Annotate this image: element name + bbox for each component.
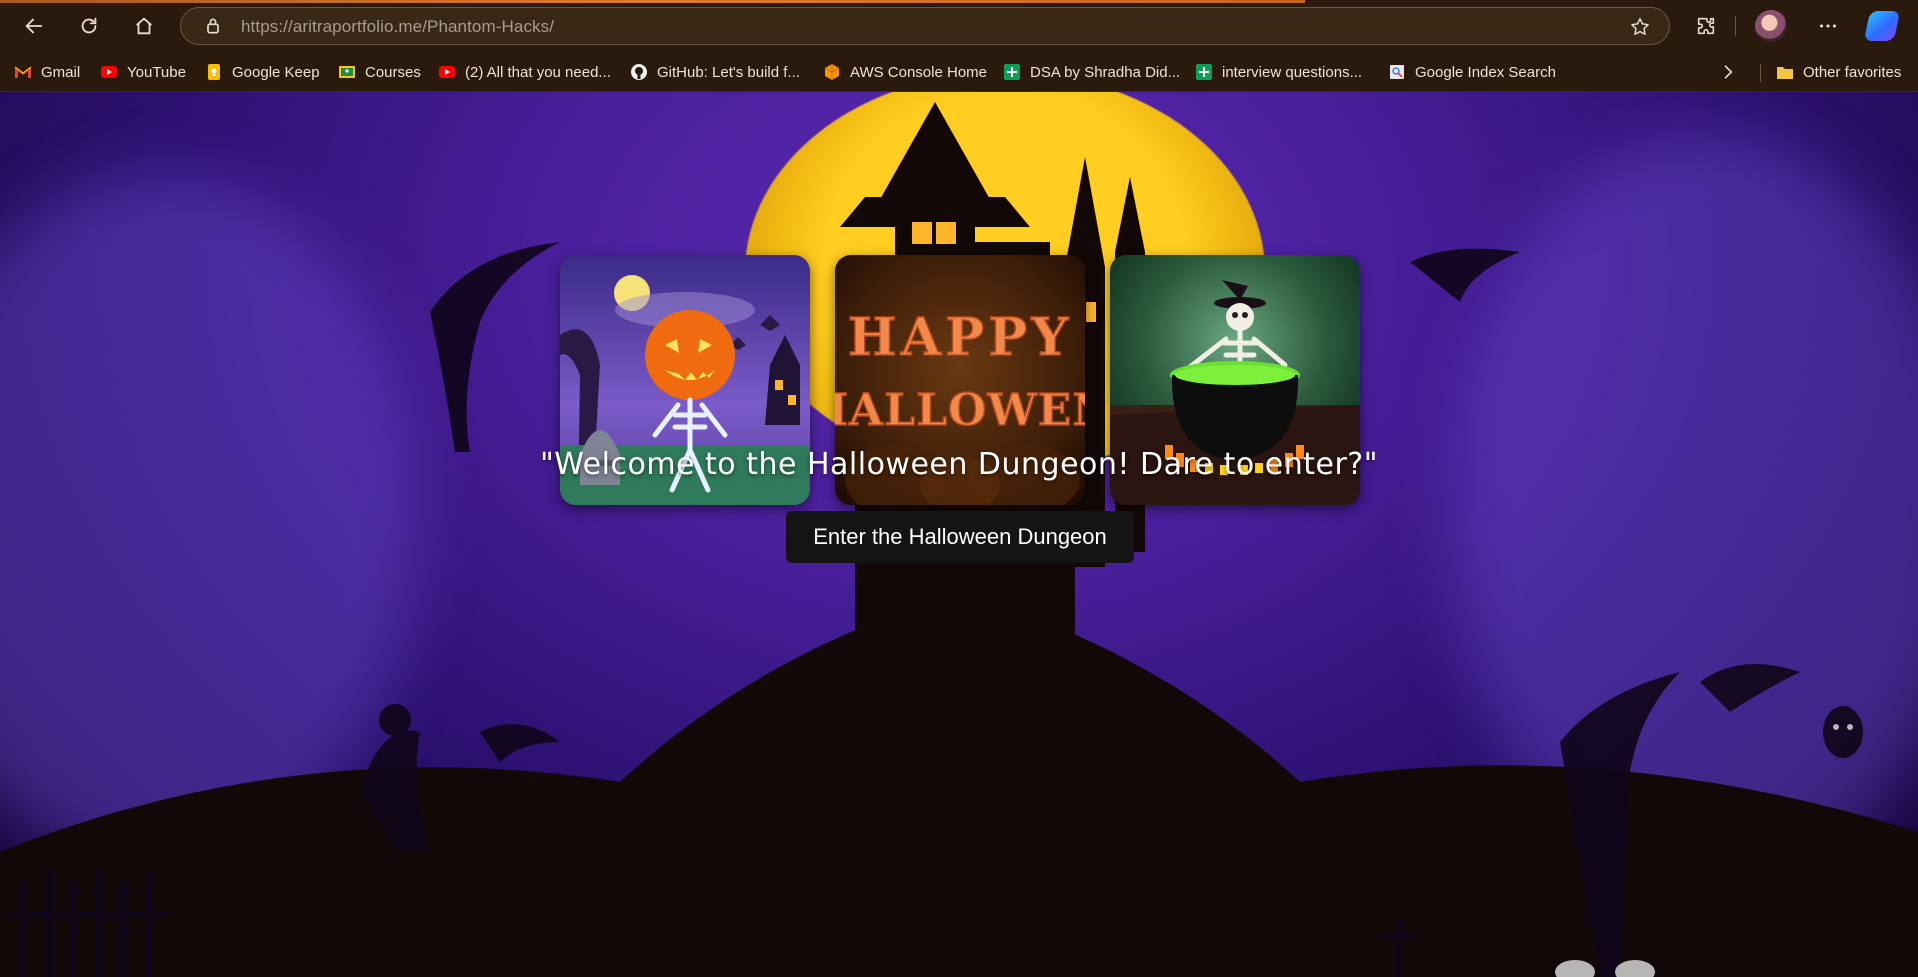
bookmark-youtube[interactable]: YouTube [100, 60, 186, 84]
bookmark-label: interview questions... [1222, 63, 1363, 81]
profile-avatar[interactable] [1755, 10, 1787, 42]
bookmark-label: GitHub: Let's build f... [657, 63, 800, 81]
folder-icon [1777, 67, 1793, 79]
url-path: /Phantom-Hacks/ [422, 17, 555, 36]
home-button[interactable] [126, 8, 162, 44]
bookmark-google-keep[interactable]: Google Keep [205, 60, 320, 84]
classroom-icon [339, 66, 355, 78]
bookmark-label: DSA by Shradha Did... [1030, 63, 1181, 81]
bookmark-label: Gmail [41, 63, 81, 81]
bookmark-courses[interactable]: Courses [338, 60, 421, 84]
back-arrow-icon [25, 18, 43, 34]
back-button[interactable] [16, 8, 52, 44]
url-text[interactable]: https://aritraportfolio.me/Phantom-Hacks… [241, 17, 554, 37]
bookmark-github[interactable]: GitHub: Let's build f... [630, 60, 800, 84]
chevron-right-icon[interactable] [1718, 62, 1738, 82]
github-icon [631, 64, 647, 80]
more-dots-icon [1820, 24, 1836, 28]
site-info-icon[interactable] [203, 16, 223, 36]
bookmarks-divider [1760, 64, 1761, 82]
bookmark-label: Google Index Search [1415, 63, 1556, 81]
search-console-icon [1390, 65, 1404, 79]
reload-icon [81, 17, 97, 34]
bookmark-interview-questions[interactable]: interview questions... [1195, 60, 1362, 84]
aws-icon [824, 64, 840, 80]
extensions-button[interactable] [1688, 8, 1724, 44]
sheets-icon [1196, 64, 1212, 80]
bookmark-label: Google Keep [232, 63, 320, 81]
bookmark-label: AWS Console Home [850, 63, 987, 81]
home-icon [136, 17, 152, 35]
keep-icon [208, 64, 220, 80]
puzzle-icon [1697, 17, 1715, 35]
reload-button[interactable] [71, 8, 107, 44]
bookmark-label: Other favorites [1803, 63, 1902, 81]
bookmark-aws[interactable]: AWS Console Home [823, 60, 987, 84]
youtube-icon [439, 66, 455, 78]
browser-toolbar: https://aritraportfolio.me/Phantom-Hacks… [0, 0, 1918, 52]
bookmark-label: Courses [365, 63, 421, 81]
gmail-icon [14, 66, 32, 78]
enter-dungeon-button[interactable]: Enter the Halloween Dungeon [786, 511, 1134, 563]
svg-text:HALLOWEN: HALLOWEN [835, 385, 1085, 436]
address-bar[interactable]: https://aritraportfolio.me/Phantom-Hacks… [180, 7, 1670, 45]
sheets-icon [1004, 64, 1020, 80]
bookmark-label: YouTube [127, 63, 186, 81]
bookmark-youtube-2[interactable]: (2) All that you need... [438, 60, 611, 84]
youtube-icon [101, 66, 117, 78]
bookmark-label: (2) All that you need... [465, 63, 611, 81]
favorite-star-icon[interactable] [1629, 16, 1651, 38]
copilot-icon[interactable] [1863, 11, 1901, 41]
bookmark-dsa-sheet[interactable]: DSA by Shradha Did... [1003, 60, 1180, 84]
bookmark-google-index-search[interactable]: Google Index Search [1388, 60, 1556, 84]
welcome-message: "Welcome to the Halloween Dungeon! Dare … [539, 447, 1379, 482]
bookmark-gmail[interactable]: Gmail [14, 60, 80, 84]
toolbar-divider [1735, 16, 1736, 36]
bookmark-other-favorites[interactable]: Other favorites [1776, 60, 1901, 84]
url-host: https://aritraportfolio.me [241, 17, 423, 36]
settings-more-button[interactable] [1810, 8, 1846, 44]
bookmarks-bar: Gmail YouTube Google Keep Courses (2) Al… [0, 52, 1918, 92]
page-viewport: HAPPY HALLOWEN [0, 92, 1918, 977]
svg-text:HAPPY: HAPPY [848, 307, 1073, 368]
